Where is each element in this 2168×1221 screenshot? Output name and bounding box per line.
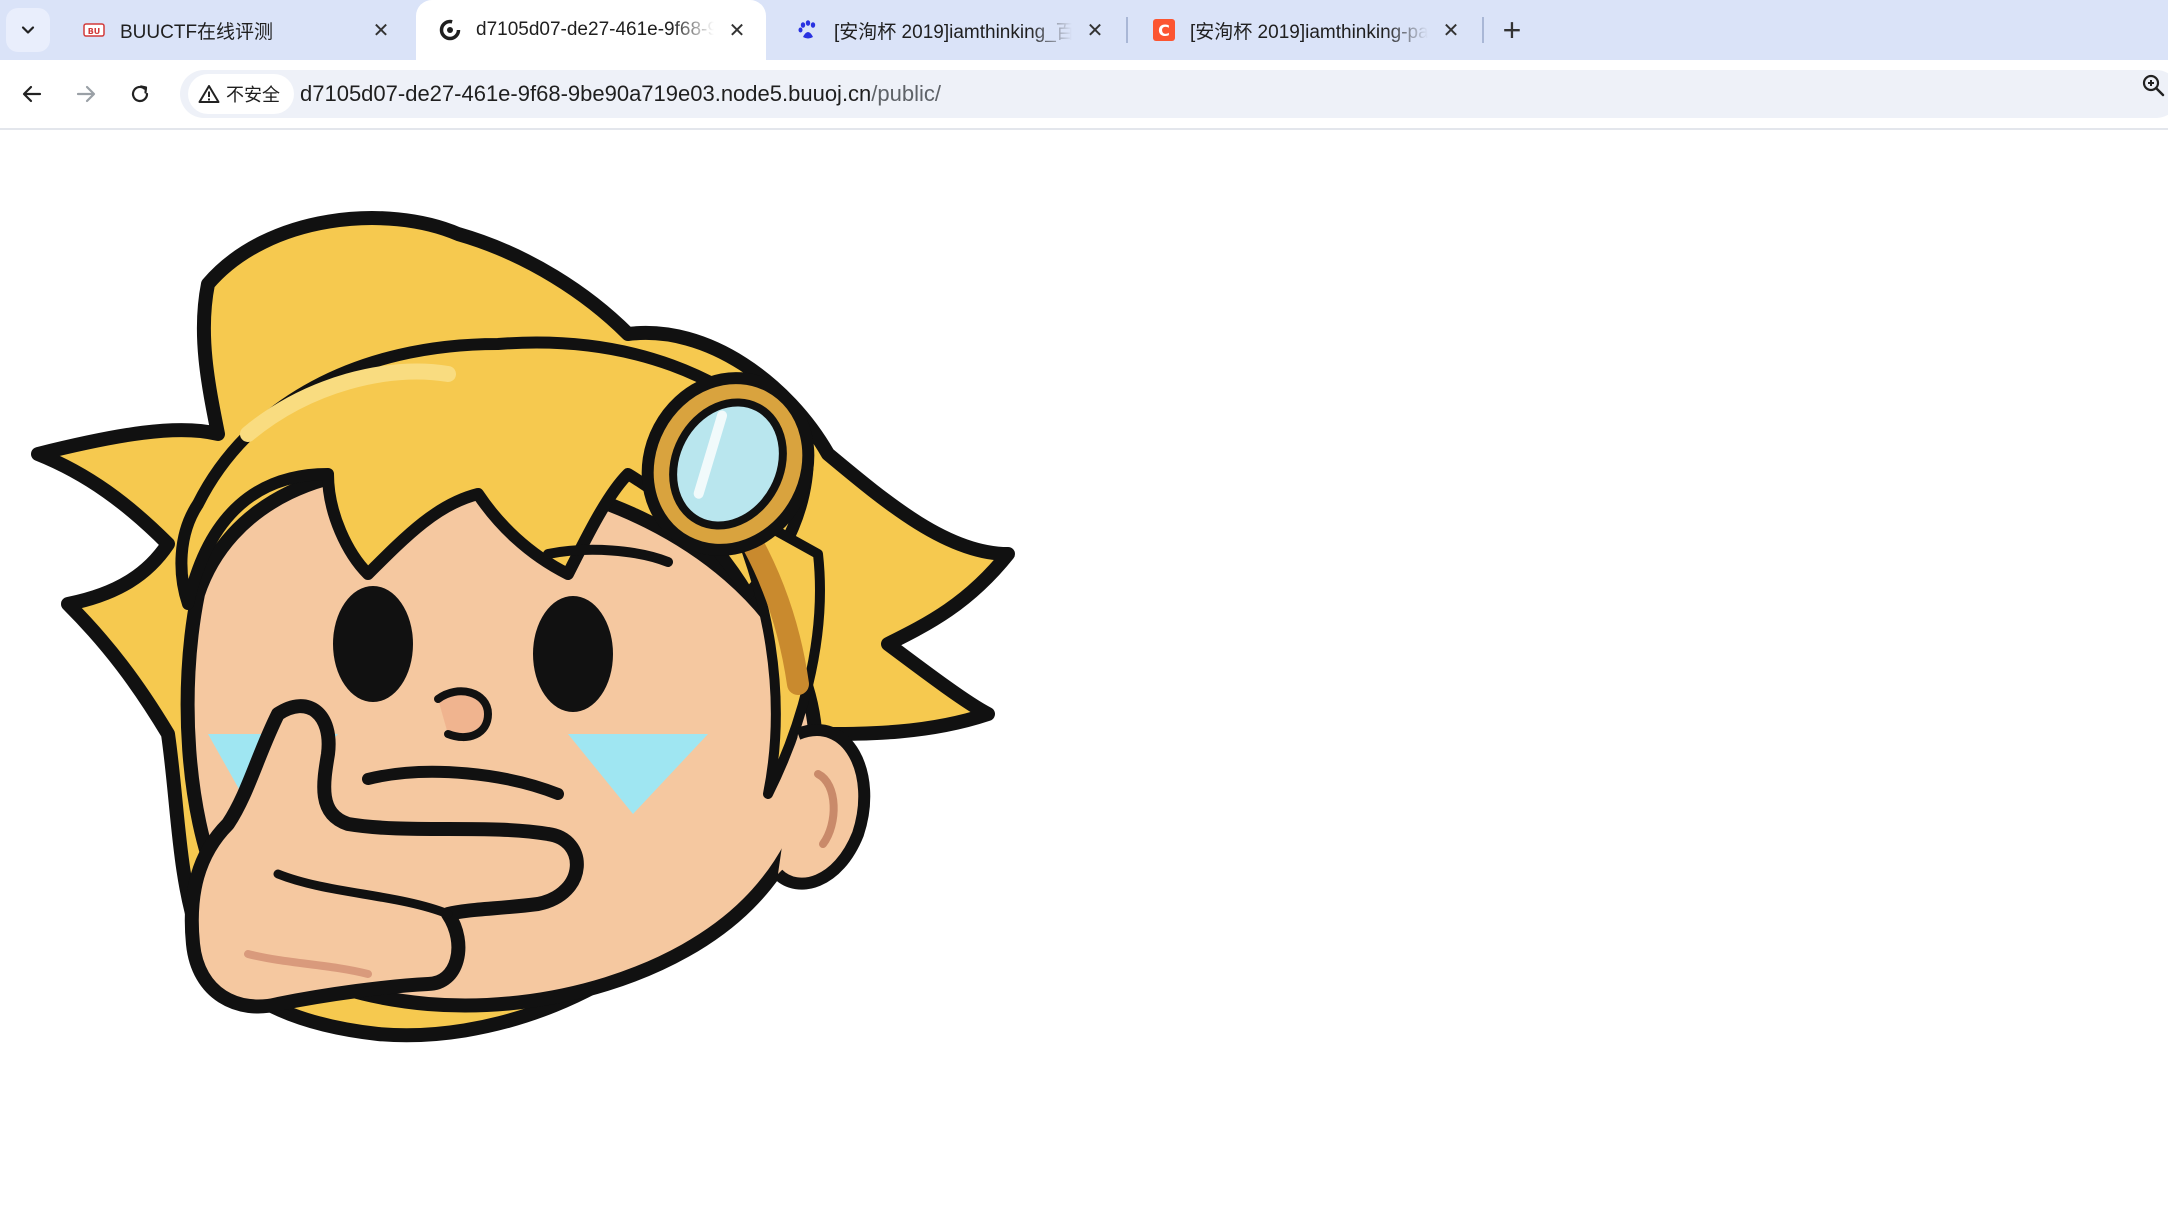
tab-title: BUUCTF在线评测 [120,21,274,43]
url-host: d7105d07-de27-461e-9f68-9be90a719e03.nod… [300,81,872,106]
tab-separator [1126,17,1128,43]
forward-button[interactable] [64,72,108,116]
thinking-face-meme-image [31,211,1015,1043]
page-viewport [0,130,2168,1221]
tab-close-button[interactable]: ✕ [1080,15,1110,45]
browser-toolbar: 不安全 d7105d07-de27-461e-9f68-9be90a719e03… [0,60,2168,130]
tab-csdn[interactable]: C [安洵杯 2019]iamthinking-pa ✕ [1130,0,1480,60]
url-text[interactable]: d7105d07-de27-461e-9f68-9be90a719e03.nod… [300,70,941,118]
svg-text:C: C [1158,21,1170,40]
svg-text:BU: BU [88,27,101,36]
new-tab-button[interactable]: + [1490,8,1534,52]
address-bar[interactable]: 不安全 d7105d07-de27-461e-9f68-9be90a719e03… [180,70,2168,118]
tab-search-button[interactable] [6,8,50,52]
left-eye [333,586,413,702]
tab-separator [1482,17,1484,43]
tab-close-button[interactable]: ✕ [366,15,396,45]
tab-strip: BU BUUCTF在线评测 ✕ d7105d07-de27-461e-9f68-… [0,0,2168,60]
right-eye [533,596,613,712]
arrow-right-icon [76,85,96,103]
back-button[interactable] [10,72,54,116]
arrow-left-icon [22,85,42,103]
url-path: /public/ [871,81,942,106]
tab-title: [安洵杯 2019]iamthinking_百度搜索 [834,21,1072,43]
security-label: 不安全 [226,85,280,105]
zoom-icon[interactable] [2140,72,2166,98]
buuctf-logo-icon: BU [82,18,106,42]
csdn-logo-icon: C [1152,18,1176,42]
tab-buuctf[interactable]: BU BUUCTF在线评测 ✕ [60,0,410,60]
tab-baidu-search[interactable]: [安洵杯 2019]iamthinking_百度搜索 ✕ [774,0,1124,60]
baidu-paw-icon [796,18,820,42]
chevron-down-icon [21,26,35,34]
site-security-chip[interactable]: 不安全 [188,74,294,114]
loading-icon [438,18,462,42]
tab-active-page[interactable]: d7105d07-de27-461e-9f68-9be90a719e03.nod… [416,0,766,60]
tab-title: d7105d07-de27-461e-9f68-9be90a719e03.nod… [476,19,714,40]
tab-close-button[interactable]: ✕ [722,15,752,45]
reload-button[interactable] [118,72,162,116]
tab-title: [安洵杯 2019]iamthinking-pa [1190,21,1428,43]
warning-triangle-icon [198,85,220,103]
reload-icon [131,85,149,103]
tab-close-button[interactable]: ✕ [1436,15,1466,45]
